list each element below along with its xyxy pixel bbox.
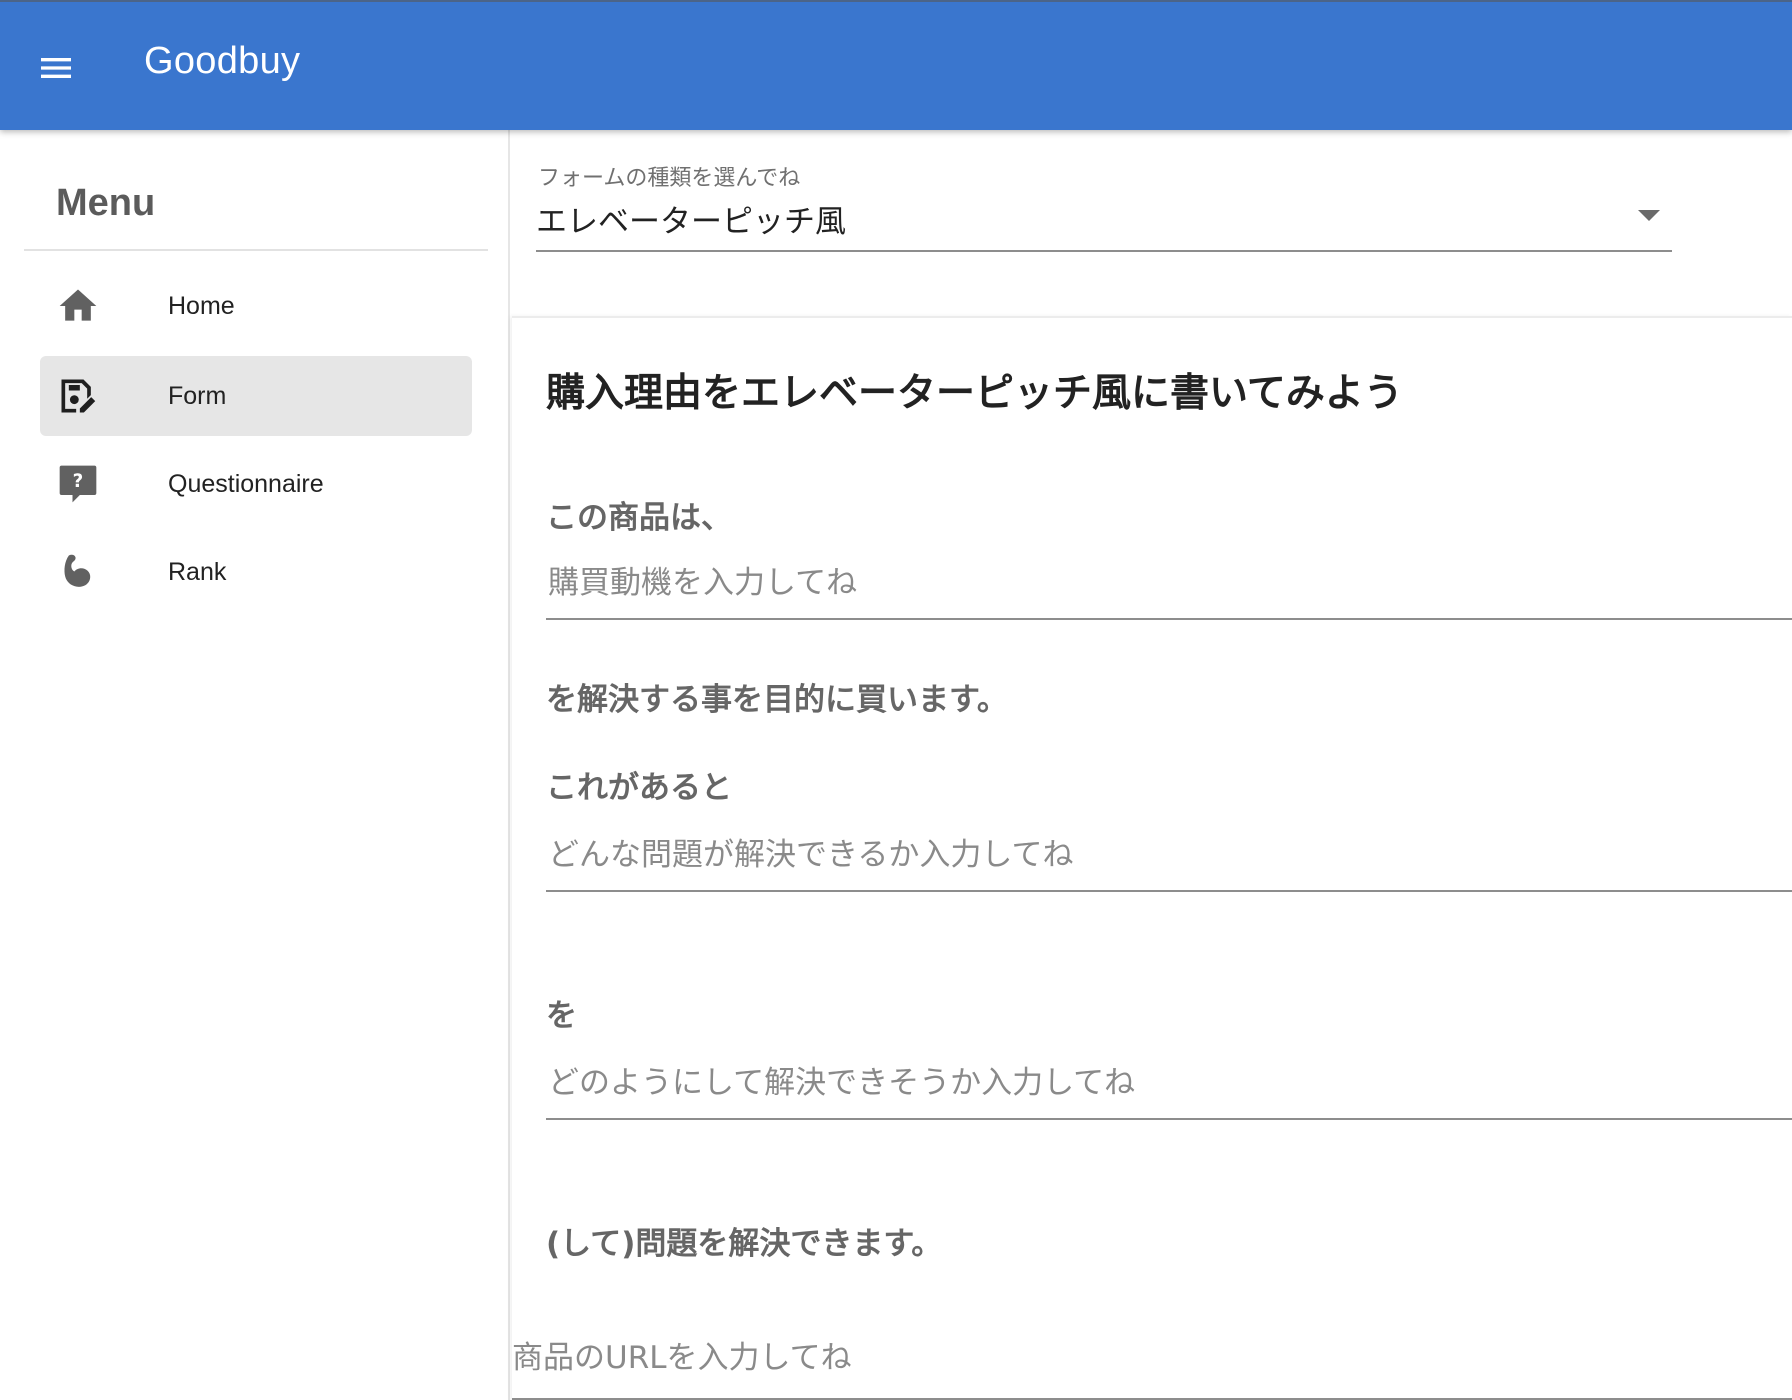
form-caption: この商品は、 xyxy=(546,500,732,536)
problem-input[interactable] xyxy=(546,820,1792,890)
flexed-arm-icon xyxy=(56,550,100,594)
edit-note-icon xyxy=(56,374,100,418)
drawer-divider xyxy=(24,249,488,251)
form-caption: これがあると xyxy=(546,770,732,806)
sidebar-item-home[interactable]: Home xyxy=(40,266,472,346)
select-label: フォームの種類を選んでね xyxy=(538,166,801,191)
field-underline xyxy=(546,1118,1792,1120)
select-value: エレベーターピッチ風 xyxy=(536,204,846,240)
select-underline xyxy=(536,250,1672,252)
dropdown-arrow-icon[interactable] xyxy=(1638,210,1660,221)
solution-field[interactable] xyxy=(546,1048,1792,1120)
question-bubble-icon: ? xyxy=(56,462,100,506)
form-card: 購入理由をエレベーターピッチ風に書いてみよう この商品は、 を解決する事を目的に… xyxy=(512,316,1792,1400)
drawer-title: Menu xyxy=(56,182,156,224)
sidebar-item-label: Home xyxy=(168,291,235,320)
field-underline xyxy=(546,890,1792,892)
svg-text:?: ? xyxy=(73,471,84,492)
sidebar-item-label: Rank xyxy=(168,557,227,586)
product-url-input[interactable] xyxy=(512,1318,1792,1398)
home-icon xyxy=(56,284,100,328)
form-caption: を xyxy=(546,998,577,1034)
form-title: 購入理由をエレベーターピッチ風に書いてみよう xyxy=(546,371,1403,416)
solution-input[interactable] xyxy=(546,1048,1792,1118)
main-content: フォームの種類を選んでね エレベーターピッチ風 購入理由をエレベーターピッチ風に… xyxy=(512,130,1792,1400)
sidebar-item-label: Form xyxy=(168,381,227,410)
sidebar-item-questionnaire[interactable]: ? Questionnaire xyxy=(40,444,472,524)
purchase-motive-input[interactable] xyxy=(546,548,1792,618)
sidebar-item-label: Questionnaire xyxy=(168,469,324,498)
purchase-motive-field[interactable] xyxy=(546,548,1792,620)
form-type-select[interactable]: フォームの種類を選んでね エレベーターピッチ風 xyxy=(536,160,1672,252)
menu-icon[interactable] xyxy=(30,42,82,94)
sidebar-item-form[interactable]: Form xyxy=(40,356,472,436)
problem-field[interactable] xyxy=(546,820,1792,892)
sidebar-item-rank[interactable]: Rank xyxy=(40,532,472,612)
navigation-drawer: Menu Home Form ? Questionnaire Rank xyxy=(0,130,510,1400)
product-url-field[interactable] xyxy=(512,1318,1792,1400)
field-underline xyxy=(546,618,1792,620)
app-bar: Goodbuy xyxy=(0,0,1792,130)
form-caption: (して)問題を解決できます。 xyxy=(546,1226,943,1262)
form-caption: を解決する事を目的に買います。 xyxy=(546,682,1008,718)
app-title: Goodbuy xyxy=(144,40,301,82)
